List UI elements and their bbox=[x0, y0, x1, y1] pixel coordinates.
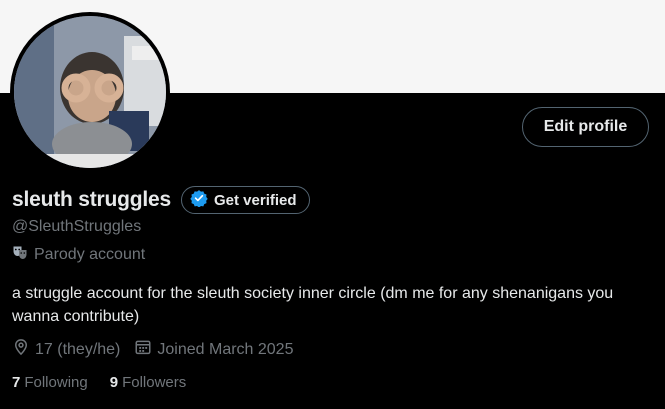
profile-handle: @SleuthStruggles bbox=[12, 218, 142, 235]
location-pin-icon bbox=[12, 338, 30, 361]
profile-page: Edit profile sleuth struggles Get verifi… bbox=[0, 0, 665, 409]
verified-badge-icon bbox=[190, 189, 208, 211]
joined-text: Joined March 2025 bbox=[157, 340, 294, 358]
parody-label: Parody account bbox=[12, 244, 145, 265]
following-link[interactable]: 7 Following bbox=[12, 374, 88, 391]
following-count: 7 bbox=[12, 374, 21, 391]
follow-stats: 7 Following 9 Followers bbox=[12, 374, 186, 391]
parody-label-text: Parody account bbox=[34, 245, 146, 263]
following-label: Following bbox=[24, 374, 88, 391]
get-verified-button[interactable]: Get verified bbox=[181, 186, 310, 214]
display-name: sleuth struggles bbox=[12, 188, 171, 211]
followers-count: 9 bbox=[109, 374, 119, 391]
location-text: 17 (they/he) bbox=[35, 340, 121, 358]
name-row: sleuth struggles Get verified bbox=[12, 186, 310, 214]
profile-avatar[interactable] bbox=[10, 12, 170, 172]
edit-profile-button[interactable]: Edit profile bbox=[522, 107, 649, 147]
theater-masks-icon bbox=[12, 244, 28, 265]
avatar-photo bbox=[14, 16, 166, 168]
calendar-icon bbox=[134, 338, 152, 361]
followers-label: Followers bbox=[122, 374, 187, 391]
followers-link[interactable]: 9 Followers bbox=[110, 374, 187, 391]
profile-location: 17 (they/he) bbox=[12, 338, 120, 361]
profile-joined: Joined March 2025 bbox=[134, 338, 293, 361]
profile-bio: a struggle account for the sleuth societ… bbox=[12, 285, 614, 325]
get-verified-label: Get verified bbox=[214, 191, 297, 209]
profile-meta: 17 (they/he) Joined March 2025 bbox=[12, 338, 293, 361]
